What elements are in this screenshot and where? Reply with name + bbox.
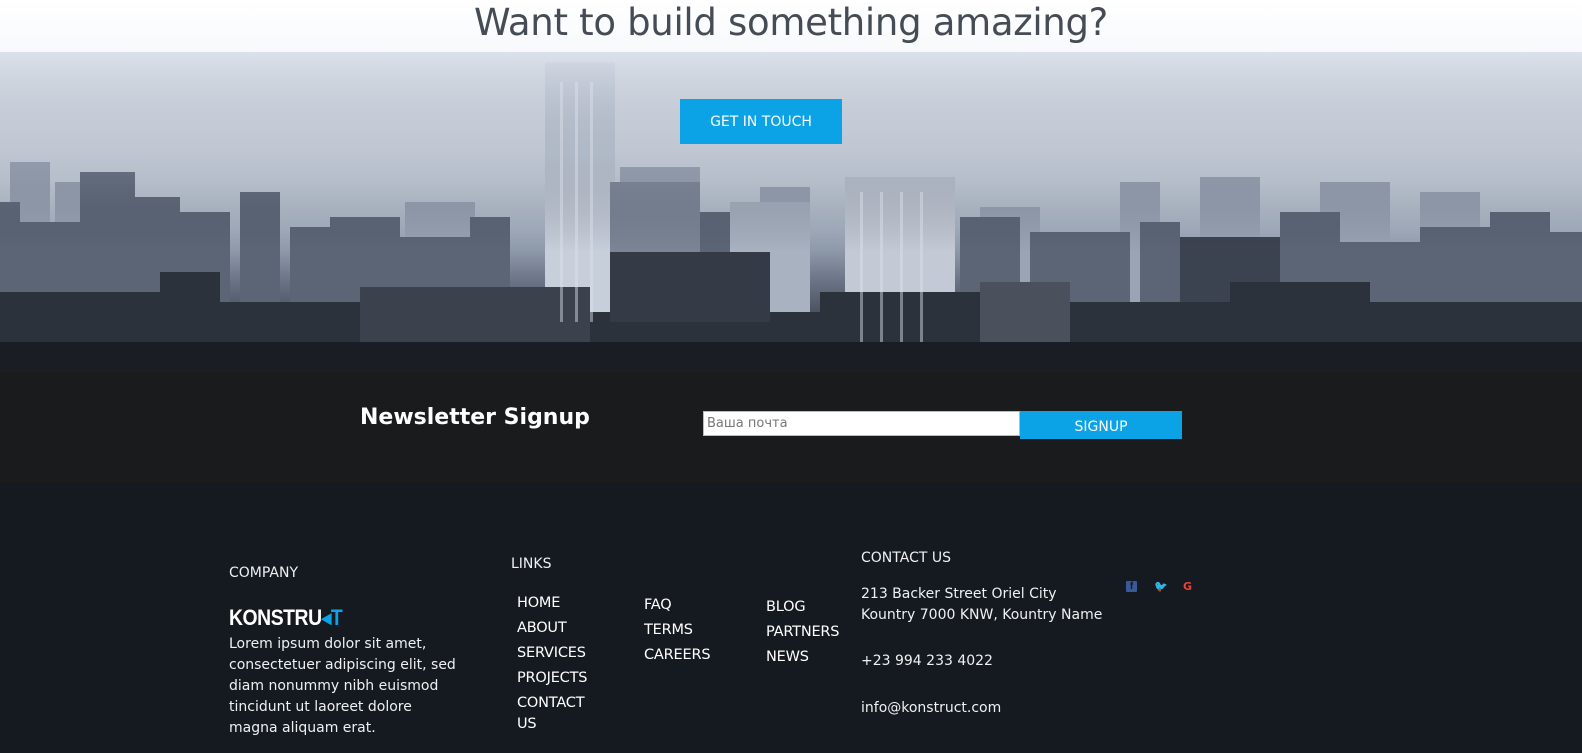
footer-link-faq[interactable]: FAQ	[644, 595, 710, 616]
links-heading: LINKS	[511, 556, 552, 572]
footer-link-contact-us[interactable]: CONTACT US	[517, 693, 597, 735]
address-line-1: 213 Backer Street Oriel City	[861, 586, 1057, 602]
company-description: Lorem ipsum dolor sit amet, consectetuer…	[229, 636, 456, 736]
site-footer: COMPANY KONSTRU◂T Lorem ipsum dolor sit …	[0, 483, 1582, 753]
logo-mark: ◂T	[321, 605, 343, 630]
logo-text: KONSTRU	[229, 605, 322, 630]
hero-section: Want to build something amazing? GET IN …	[0, 0, 1582, 372]
footer-link-projects[interactable]: PROJECTS	[517, 668, 597, 689]
footer-link-careers[interactable]: CAREERS	[644, 645, 711, 666]
footer-link-blog[interactable]: BLOG	[766, 597, 839, 618]
phone-number: +23 994 233 4022	[861, 653, 993, 669]
footer-link-services[interactable]: SERVICES	[517, 643, 597, 664]
footer-link-partners[interactable]: PARTNERS	[766, 622, 840, 643]
footer-link-about[interactable]: ABOUT	[517, 618, 597, 639]
footer-link-news[interactable]: NEWS	[766, 647, 839, 668]
get-in-touch-button[interactable]: GET IN TOUCH	[680, 99, 842, 144]
hero-title: Want to build something amazing?	[474, 1, 1108, 44]
links-column-1: HOME ABOUT SERVICES PROJECTS CONTACT US	[517, 593, 597, 739]
address-line-2: Kountry 7000 KNW, Kountry Name	[861, 607, 1103, 623]
company-heading: COMPANY	[229, 565, 299, 581]
facebook-icon[interactable]: f	[1126, 581, 1137, 592]
links-column-2: FAQ TERMS CAREERS	[644, 595, 711, 670]
contact-heading: CONTACT US	[861, 550, 951, 566]
google-icon[interactable]: G	[1183, 581, 1192, 593]
twitter-icon[interactable]: 🐦	[1154, 581, 1168, 593]
konstruct-logo[interactable]: KONSTRU◂T	[229, 605, 343, 631]
footer-link-terms[interactable]: TERMS	[644, 620, 710, 641]
email-link[interactable]: info@konstruct.com	[861, 698, 1001, 719]
newsletter-title: Newsletter Signup	[360, 405, 590, 430]
newsletter-section: Newsletter Signup SIGNUP	[0, 372, 1582, 483]
footer-link-home[interactable]: HOME	[517, 593, 597, 614]
newsletter-email-input[interactable]	[703, 411, 1020, 436]
links-column-3: BLOG PARTNERS NEWS	[766, 597, 840, 672]
signup-button[interactable]: SIGNUP	[1020, 411, 1182, 439]
